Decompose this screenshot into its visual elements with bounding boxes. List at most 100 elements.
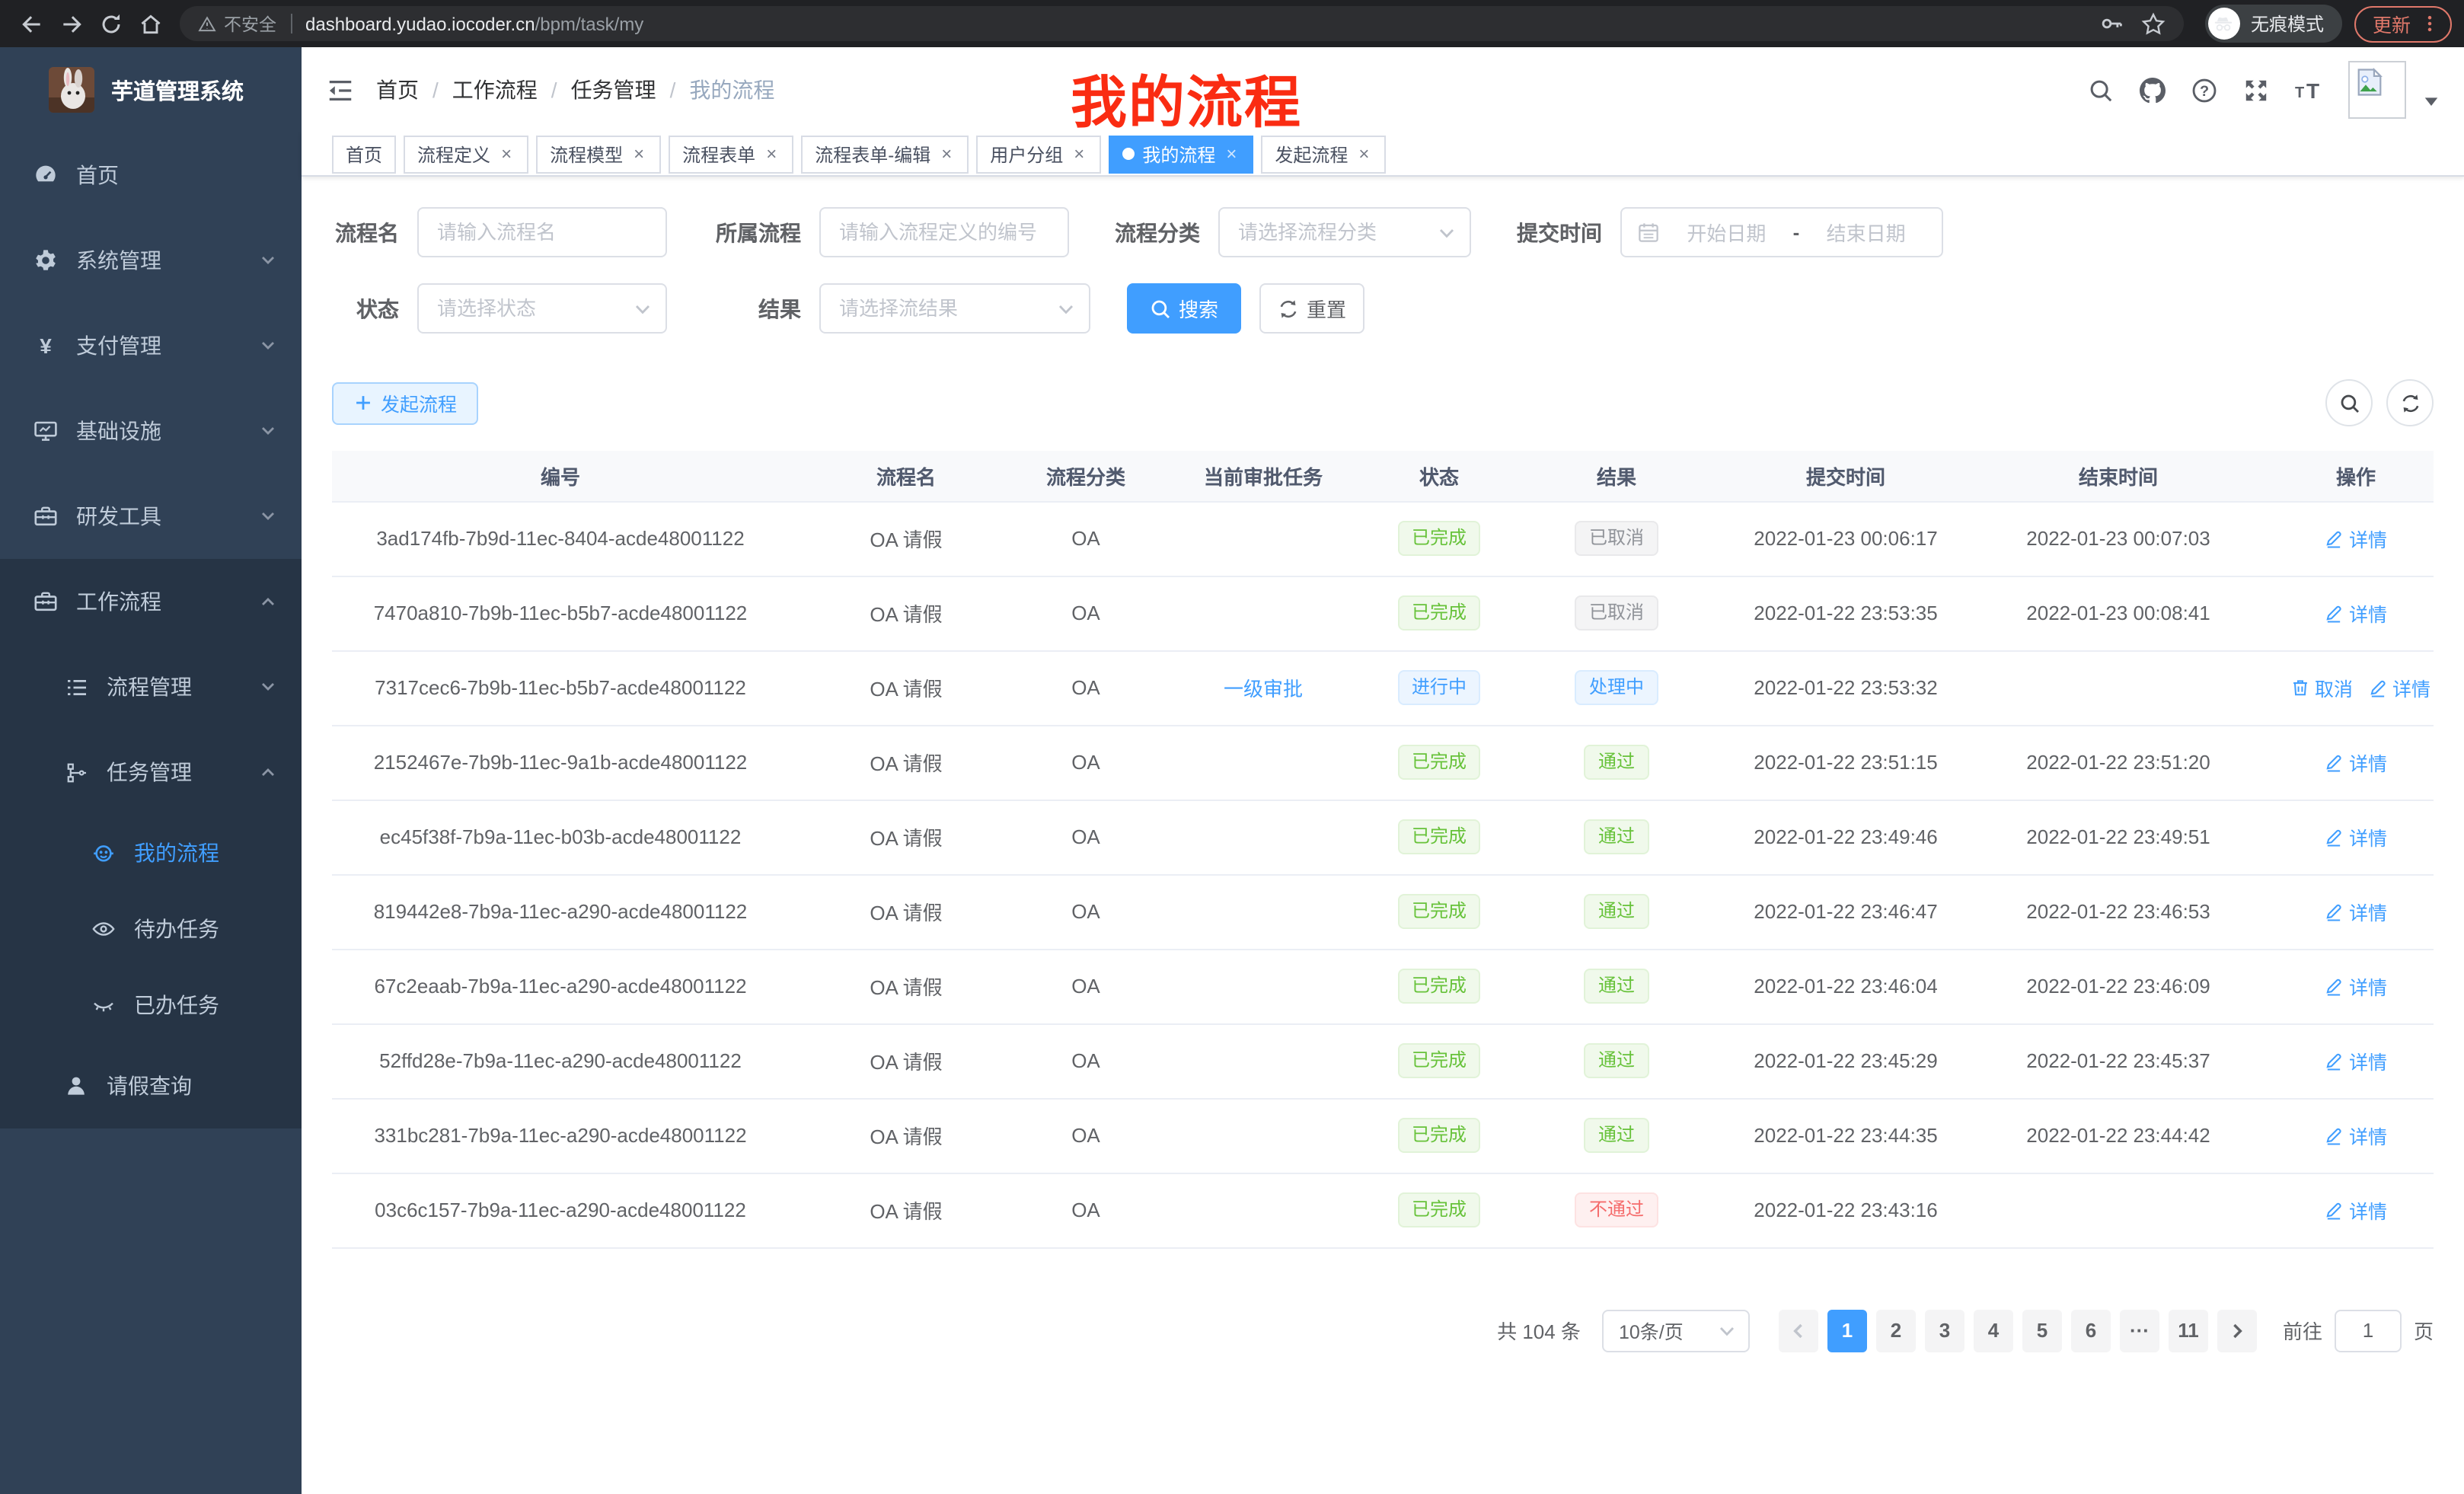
- tab-active[interactable]: 我的流程×: [1109, 135, 1253, 173]
- tab-close-icon[interactable]: ×: [630, 143, 647, 164]
- tab-close-icon[interactable]: ×: [1355, 143, 1372, 164]
- tab-item[interactable]: 流程模型×: [536, 135, 661, 173]
- kebab-menu-icon[interactable]: [2420, 14, 2440, 34]
- tab-item[interactable]: 流程表单×: [669, 135, 793, 173]
- page-number-button[interactable]: 3: [1925, 1309, 1964, 1352]
- browser-forward-icon[interactable]: [52, 4, 91, 43]
- search-button[interactable]: 搜索: [1127, 283, 1241, 334]
- sidebar-item[interactable]: 任务管理: [0, 729, 302, 815]
- search-icon[interactable]: [2088, 77, 2114, 103]
- detail-link[interactable]: 详情: [2325, 972, 2387, 1001]
- reset-button[interactable]: 重置: [1259, 283, 1364, 334]
- page-number-button[interactable]: 4: [1974, 1309, 2013, 1352]
- result-select[interactable]: [819, 283, 1090, 334]
- sidebar-item[interactable]: 系统管理: [0, 218, 302, 303]
- tab-item[interactable]: 流程定义×: [404, 135, 528, 173]
- current-task-link[interactable]: 一级审批: [1224, 678, 1303, 701]
- detail-link[interactable]: 详情: [2368, 673, 2430, 702]
- cell-current-task[interactable]: 一级审批: [1148, 650, 1378, 725]
- app-logo-row[interactable]: 芋道管理系统: [0, 47, 302, 132]
- submit-time-range-picker[interactable]: 开始日期 - 结束日期: [1620, 207, 1943, 257]
- sidebar-item[interactable]: 基础设施: [0, 388, 302, 474]
- cell-actions: 详情: [2278, 1098, 2434, 1173]
- cell-id: 2152467e-7b9b-11ec-9a1b-acde48001122: [332, 725, 789, 800]
- chevron-down-icon[interactable]: [2423, 92, 2440, 109]
- create-process-button[interactable]: 发起流程: [332, 381, 478, 424]
- sidebar-item[interactable]: 已办任务: [0, 967, 302, 1043]
- detail-link[interactable]: 详情: [2325, 1046, 2387, 1075]
- page-number-button[interactable]: 2: [1876, 1309, 1916, 1352]
- sidebar-item[interactable]: 我的流程: [0, 815, 302, 891]
- avatar[interactable]: [2348, 61, 2406, 119]
- tab-close-icon[interactable]: ×: [763, 143, 780, 164]
- status-select[interactable]: [417, 283, 667, 334]
- browser-home-icon[interactable]: [131, 4, 171, 43]
- tab-item[interactable]: 发起流程×: [1261, 135, 1386, 173]
- prev-page-button[interactable]: [1779, 1309, 1818, 1352]
- end-date-placeholder[interactable]: 结束日期: [1805, 218, 1926, 247]
- tab-close-icon[interactable]: ×: [498, 143, 515, 164]
- fullscreen-icon[interactable]: [2243, 77, 2269, 103]
- address-bar[interactable]: 不安全 dashboard.yudao.iocoder.cn /bpm/task…: [180, 6, 2184, 41]
- detail-link[interactable]: 详情: [2325, 524, 2387, 553]
- sidebar-item[interactable]: 首页: [0, 132, 302, 218]
- page-number-button[interactable]: 1: [1827, 1309, 1867, 1352]
- next-page-button[interactable]: [2217, 1309, 2257, 1352]
- detail-link[interactable]: 详情: [2325, 599, 2387, 627]
- tab-label: 首页: [346, 141, 382, 167]
- action-label: 取消: [2315, 673, 2353, 702]
- detail-link[interactable]: 详情: [2325, 1121, 2387, 1150]
- tab-item[interactable]: 流程表单-编辑×: [801, 135, 969, 173]
- hamburger-icon[interactable]: [326, 75, 355, 104]
- table-header-row: 编号流程名流程分类当前审批任务状态结果提交时间结束时间操作: [332, 451, 2434, 501]
- cell-end-time: 2022-01-22 23:45:37: [1958, 1023, 2278, 1098]
- tab-close-icon[interactable]: ×: [938, 143, 955, 164]
- page-number-button[interactable]: 6: [2071, 1309, 2111, 1352]
- browser-reload-icon[interactable]: [91, 4, 131, 43]
- sidebar-item[interactable]: 待办任务: [0, 891, 302, 967]
- sidebar-item[interactable]: 工作流程: [0, 559, 302, 644]
- page-number-button[interactable]: 5: [2022, 1309, 2062, 1352]
- cell-result: 通过: [1500, 949, 1733, 1023]
- result-select-input[interactable]: [821, 285, 1089, 332]
- help-icon[interactable]: ?: [2191, 77, 2217, 103]
- page-size-select[interactable]: 10条/页: [1602, 1309, 1750, 1352]
- refresh-table-button[interactable]: [2386, 379, 2434, 426]
- browser-update-button[interactable]: 更新: [2354, 5, 2452, 42]
- detail-link[interactable]: 详情: [2325, 1196, 2387, 1224]
- browser-back-icon[interactable]: [12, 4, 52, 43]
- detail-link[interactable]: 详情: [2325, 748, 2387, 777]
- tab-item[interactable]: 用户分组×: [976, 135, 1101, 173]
- sidebar-item[interactable]: ¥支付管理: [0, 303, 302, 388]
- goto-page-input[interactable]: [2335, 1309, 2402, 1352]
- process-name-input[interactable]: [419, 209, 665, 256]
- key-icon[interactable]: [2100, 12, 2123, 35]
- font-size-icon[interactable]: TT: [2295, 76, 2322, 104]
- more-pages-button[interactable]: ···: [2120, 1309, 2159, 1352]
- status-select-input[interactable]: [419, 285, 665, 332]
- github-icon[interactable]: [2140, 77, 2166, 103]
- cell-result: 处理中: [1500, 650, 1733, 725]
- detail-link[interactable]: 详情: [2325, 822, 2387, 851]
- sidebar-item[interactable]: 请假查询: [0, 1043, 302, 1128]
- edit-icon: [2325, 528, 2344, 548]
- show-search-button[interactable]: [2325, 379, 2373, 426]
- sidebar-item[interactable]: 研发工具: [0, 474, 302, 559]
- category-select[interactable]: [1218, 207, 1471, 257]
- tab-item[interactable]: 首页: [332, 135, 396, 173]
- bookmark-star-icon[interactable]: [2141, 11, 2166, 36]
- cell-actions: 详情: [2278, 1173, 2434, 1247]
- page-number-button[interactable]: 11: [2169, 1309, 2208, 1352]
- tab-close-icon[interactable]: ×: [1071, 143, 1087, 164]
- tab-close-icon[interactable]: ×: [1223, 143, 1240, 164]
- breadcrumb-item[interactable]: 首页: [376, 75, 419, 105]
- start-date-placeholder[interactable]: 开始日期: [1666, 218, 1787, 247]
- detail-link[interactable]: 详情: [2325, 897, 2387, 926]
- cell-text: 67c2eaab-7b9a-11ec-a290-acde48001122: [374, 975, 746, 998]
- sidebar-item[interactable]: 流程管理: [0, 644, 302, 729]
- breadcrumb-item[interactable]: 任务管理: [571, 75, 656, 105]
- process-definition-input[interactable]: [821, 209, 1068, 256]
- category-select-input[interactable]: [1220, 209, 1470, 256]
- breadcrumb-item[interactable]: 工作流程: [452, 75, 538, 105]
- cancel-link[interactable]: 取消: [2290, 673, 2353, 702]
